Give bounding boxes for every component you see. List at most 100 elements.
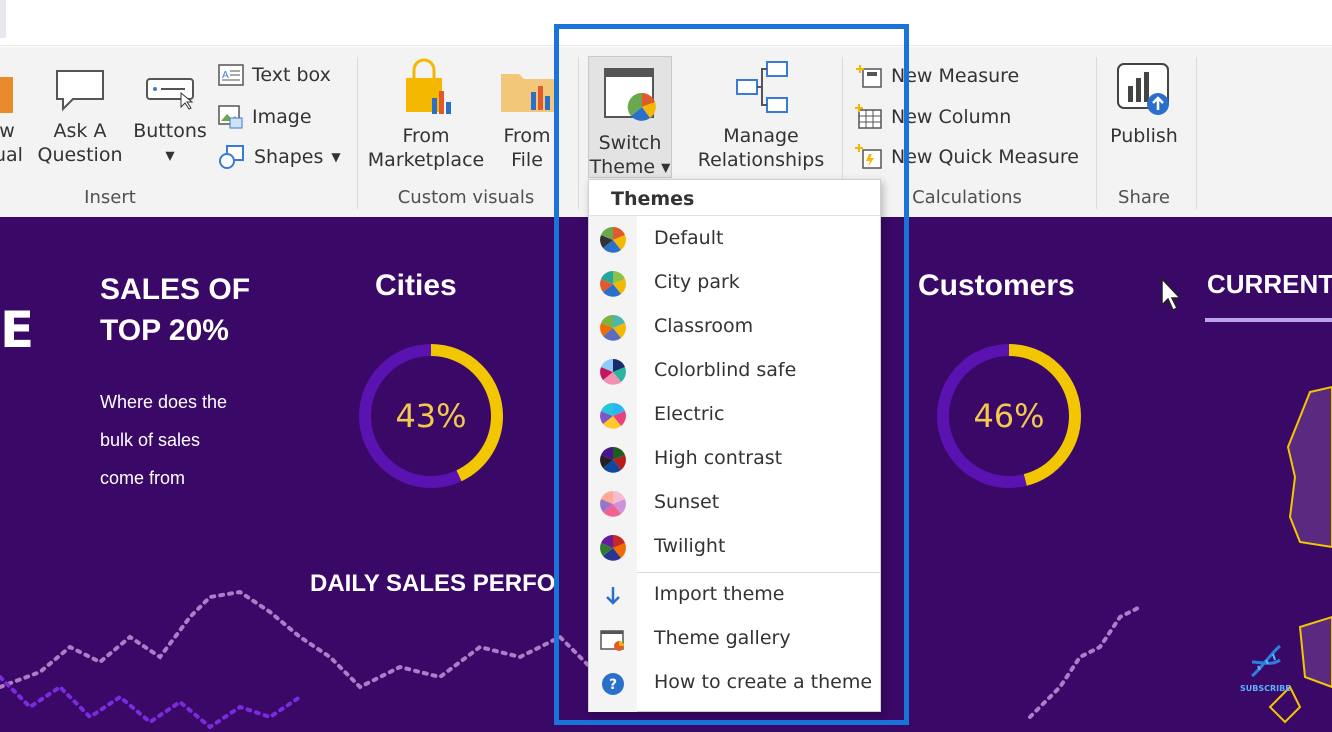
buttons-label: Buttons bbox=[133, 120, 207, 142]
chevron-down-icon: ▼ bbox=[165, 148, 175, 163]
new-quick-measure-button[interactable]: New Quick Measure bbox=[855, 144, 1079, 170]
text-box-label: Text box bbox=[252, 64, 331, 86]
publish-icon bbox=[1117, 63, 1169, 115]
new-column-button[interactable]: New Column bbox=[855, 104, 1011, 130]
import-theme-label: Import theme bbox=[654, 583, 785, 605]
theme-item-high-contrast[interactable]: High contrast bbox=[589, 438, 880, 482]
twilight-theme-icon bbox=[600, 535, 626, 561]
new-measure-label: New Measure bbox=[891, 65, 1020, 87]
switch-theme-button[interactable]: Switch Theme ▼ bbox=[588, 56, 672, 178]
theme-item-default[interactable]: Default bbox=[589, 218, 880, 262]
from-marketplace-label-1: From bbox=[402, 125, 450, 147]
sales-desc-line-2: bulk of sales bbox=[100, 430, 201, 450]
relationships-icon bbox=[736, 61, 788, 113]
text-box-icon: A bbox=[218, 64, 244, 86]
ask-a-question-label-1: Ask A bbox=[53, 120, 107, 142]
from-file-button[interactable]: From File bbox=[496, 58, 558, 172]
sales-top-title: SALES OF TOP 20% bbox=[100, 269, 250, 351]
calculations-group-label: Calculations bbox=[912, 187, 1022, 208]
theme-label: Default bbox=[654, 227, 724, 249]
colorblind-safe-theme-icon bbox=[600, 359, 626, 385]
theme-gallery-item[interactable]: Theme gallery bbox=[589, 618, 880, 662]
theme-item-classroom[interactable]: Classroom bbox=[589, 306, 880, 350]
sales-title-line-2: TOP 20% bbox=[100, 314, 229, 347]
svg-text:?: ? bbox=[609, 677, 617, 693]
cities-value: 43% bbox=[395, 397, 467, 435]
classroom-theme-icon bbox=[600, 315, 626, 341]
daily-sales-title: DAILY SALES PERFO bbox=[310, 570, 556, 597]
theme-label: Classroom bbox=[654, 315, 754, 337]
insert-group-label: Insert bbox=[84, 187, 136, 208]
new-column-icon bbox=[855, 104, 882, 129]
theme-item-electric[interactable]: Electric bbox=[589, 394, 880, 438]
sales-desc-line-3: come from bbox=[100, 468, 186, 488]
default-theme-icon bbox=[600, 227, 626, 253]
theme-item-colorblind-safe[interactable]: Colorblind safe bbox=[589, 350, 880, 394]
shapes-icon bbox=[219, 145, 244, 169]
new-measure-button[interactable]: New Measure bbox=[855, 63, 1019, 89]
manage-relationships-label-2: Relationships bbox=[697, 149, 825, 171]
theme-label: City park bbox=[654, 271, 740, 293]
theme-gallery-icon bbox=[600, 630, 624, 651]
how-to-create-theme-item[interactable]: ? How to create a theme bbox=[589, 662, 880, 706]
page-title-fragment: E bbox=[0, 301, 35, 359]
new-quick-measure-label: New Quick Measure bbox=[891, 146, 1079, 168]
high-contrast-theme-icon bbox=[600, 447, 626, 473]
new-visual-label-2: ual bbox=[0, 144, 23, 166]
marketplace-bag-icon bbox=[406, 58, 451, 114]
new-visual-button[interactable]: w ual bbox=[0, 67, 23, 167]
import-arrow-icon bbox=[606, 587, 620, 605]
image-label: Image bbox=[252, 106, 312, 128]
new-measure-icon bbox=[856, 65, 882, 88]
theme-label: Electric bbox=[654, 403, 725, 425]
theme-label: Colorblind safe bbox=[654, 359, 797, 381]
publish-button[interactable]: Publish bbox=[1104, 58, 1184, 148]
image-button[interactable]: Image bbox=[218, 104, 312, 130]
switch-theme-label-2: Theme bbox=[589, 156, 656, 178]
image-icon bbox=[218, 105, 243, 129]
svg-text:A: A bbox=[222, 70, 229, 81]
mouse-cursor-icon bbox=[1161, 277, 1182, 312]
shapes-button[interactable]: Shapes ▼ bbox=[218, 144, 341, 170]
sales-description: Where does the bulk of sales come from bbox=[100, 383, 227, 497]
ask-a-question-button[interactable]: Ask A Question bbox=[36, 67, 124, 167]
theme-label: High contrast bbox=[654, 447, 783, 469]
chevron-down-icon: ▼ bbox=[331, 150, 341, 164]
window-edge-mark bbox=[0, 0, 6, 38]
current-title: CURRENT bbox=[1207, 269, 1332, 299]
sunset-theme-icon bbox=[600, 491, 626, 517]
from-file-label-1: From bbox=[503, 125, 551, 147]
electric-theme-icon bbox=[600, 403, 626, 429]
help-icon: ? bbox=[602, 673, 624, 695]
theme-item-city-park[interactable]: City park bbox=[589, 262, 880, 306]
customers-title: Customers bbox=[918, 269, 1075, 302]
theme-label: Twilight bbox=[654, 535, 726, 557]
from-marketplace-button[interactable]: From Marketplace bbox=[366, 58, 486, 172]
dropdown-divider bbox=[637, 572, 880, 573]
share-group-label: Share bbox=[1118, 187, 1170, 208]
speech-bubble-icon bbox=[56, 70, 104, 112]
ask-a-question-label-2: Question bbox=[37, 144, 123, 166]
custom-visuals-group-label: Custom visuals bbox=[397, 187, 535, 208]
themes-dropdown: Themes Default City park Classroom Color… bbox=[588, 179, 881, 712]
sales-desc-line-1: Where does the bbox=[100, 392, 228, 412]
import-theme-item[interactable]: Import theme bbox=[589, 574, 880, 618]
button-control-icon bbox=[146, 78, 194, 110]
from-marketplace-label-2: Marketplace bbox=[367, 149, 485, 171]
text-box-button[interactable]: A Text box bbox=[218, 63, 331, 87]
new-visual-label-1: w bbox=[0, 120, 15, 142]
publish-label: Publish bbox=[1110, 125, 1178, 147]
current-underline bbox=[1205, 318, 1332, 322]
themes-header: Themes bbox=[589, 180, 880, 216]
theme-item-twilight[interactable]: Twilight bbox=[589, 526, 880, 570]
theme-gallery-label: Theme gallery bbox=[654, 627, 791, 649]
buttons-button[interactable]: Buttons ▼ bbox=[130, 67, 210, 168]
how-to-create-theme-label: How to create a theme bbox=[654, 671, 873, 693]
ribbon-separator bbox=[357, 57, 358, 209]
manage-relationships-button[interactable]: Manage Relationships bbox=[694, 58, 828, 172]
sales-title-line-1: SALES OF bbox=[100, 273, 251, 306]
ribbon-separator bbox=[1096, 57, 1097, 209]
theme-item-sunset[interactable]: Sunset bbox=[589, 482, 880, 526]
title-bar bbox=[0, 0, 1332, 46]
cities-title: Cities bbox=[375, 269, 457, 302]
